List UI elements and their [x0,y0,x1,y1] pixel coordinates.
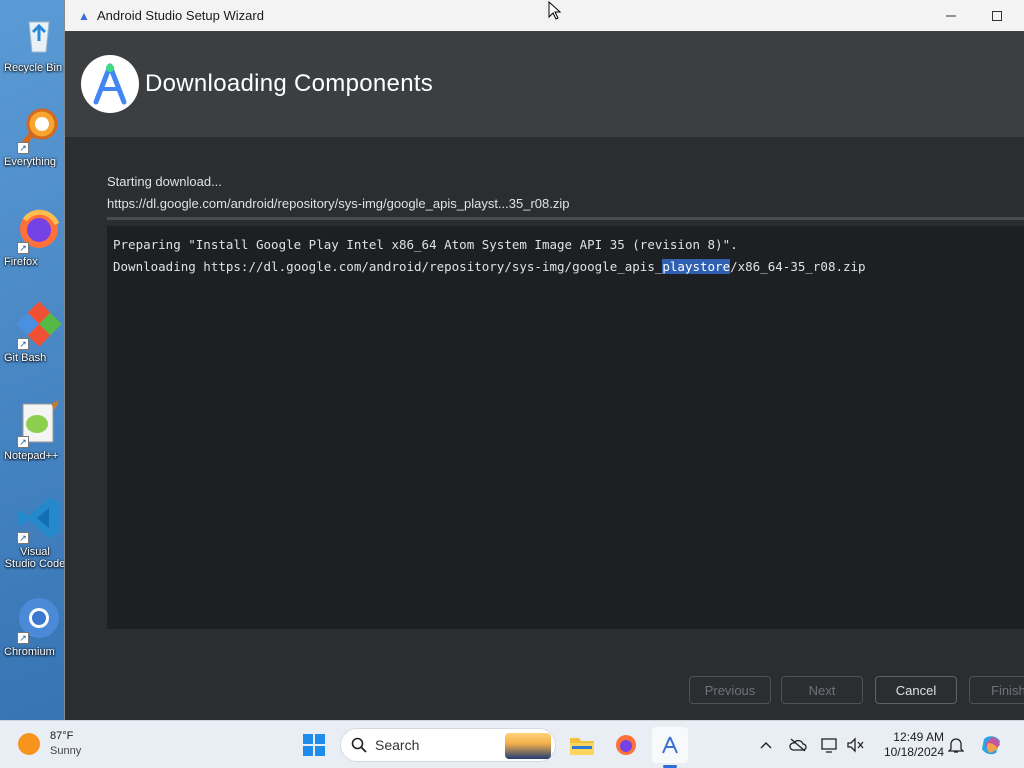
copilot-icon [982,736,1000,755]
minimize-icon [946,15,956,16]
download-url-text: https://dl.google.com/android/repository… [107,196,570,211]
chromium-icon: ↗ [15,594,63,644]
taskbar: 87°F Sunny Search 12:49 AM 10/18/2024 [0,720,1024,768]
log-line: Preparing "Install Google Play Intel x86… [113,237,738,252]
taskbar-clock[interactable]: 12:49 AM 10/18/2024 [872,730,944,760]
monitor-network-icon [821,738,837,753]
minimize-button[interactable] [928,0,974,31]
next-button[interactable]: Next [781,676,863,704]
selected-text: playstore [662,259,731,274]
onedrive-tray-button[interactable] [788,735,808,755]
android-studio-icon [662,736,678,754]
git-bash-icon: ↗ [15,300,63,350]
show-hidden-icons-button[interactable] [756,735,776,755]
firefox-icon: ↗ [15,204,63,254]
search-highlight-image [505,733,551,759]
clock-date: 10/18/2024 [883,745,944,759]
setup-wizard-window: ▲ Android Studio Setup Wizard Downloadin… [64,0,1024,720]
log-text: /x86_64-35_r08.zip [730,259,866,274]
log-output-area[interactable]: Preparing "Install Google Play Intel x86… [107,226,1024,629]
notifications-button[interactable] [946,735,966,755]
maximize-icon [992,10,1002,21]
android-studio-logo-icon [81,55,139,113]
weather-widget[interactable]: 87°F Sunny [18,729,81,759]
previous-button[interactable]: Previous [689,676,771,704]
bell-icon [948,738,964,753]
weather-temperature: 87°F [50,730,74,742]
firefox-icon [616,735,636,755]
log-line: Downloading https://dl.google.com/androi… [113,256,1019,278]
notepad-plus-plus-icon: ↗ [15,398,63,448]
page-title: Downloading Components [145,70,434,97]
windows-logo-icon [303,734,325,756]
desktop-icon-label: Visual Studio Code [4,546,66,570]
android-studio-icon: ▲ [78,8,90,23]
start-button[interactable] [296,727,332,763]
download-progress-bar [107,217,1024,220]
sun-icon [18,733,40,755]
title-bar[interactable]: ▲ Android Studio Setup Wizard [65,0,1024,31]
wizard-buttons: Previous Next Cancel Finish [65,676,1024,704]
everything-search-icon: ↗ [15,104,63,154]
network-tray-button[interactable] [820,735,840,755]
taskbar-firefox[interactable] [608,727,644,763]
taskbar-android-studio[interactable] [652,727,688,763]
copilot-button[interactable] [980,733,1004,757]
window-title: Android Studio Setup Wizard [97,8,264,23]
speaker-muted-icon [847,737,864,753]
log-text: Downloading https://dl.google.com/androi… [113,259,663,274]
volume-tray-button[interactable] [846,735,866,755]
search-icon [351,737,367,753]
download-status-text: Starting download... [107,174,222,189]
mouse-cursor-icon [548,1,562,20]
taskbar-file-explorer[interactable] [564,727,600,763]
search-label: Search [375,737,420,753]
wizard-header: Downloading Components [65,31,1024,137]
weather-condition: Sunny [50,745,82,757]
vscode-icon: ↗ [15,494,63,544]
folder-icon [570,738,594,755]
finish-button[interactable]: Finish [969,676,1024,704]
cancel-button[interactable]: Cancel [875,676,957,704]
recycle-bin-icon [15,10,63,58]
clock-time: 12:49 AM [893,730,944,744]
cloud-offline-icon [789,738,807,752]
maximize-button[interactable] [974,0,1020,31]
chevron-up-icon [760,742,772,749]
taskbar-search-box[interactable]: Search [340,728,556,762]
